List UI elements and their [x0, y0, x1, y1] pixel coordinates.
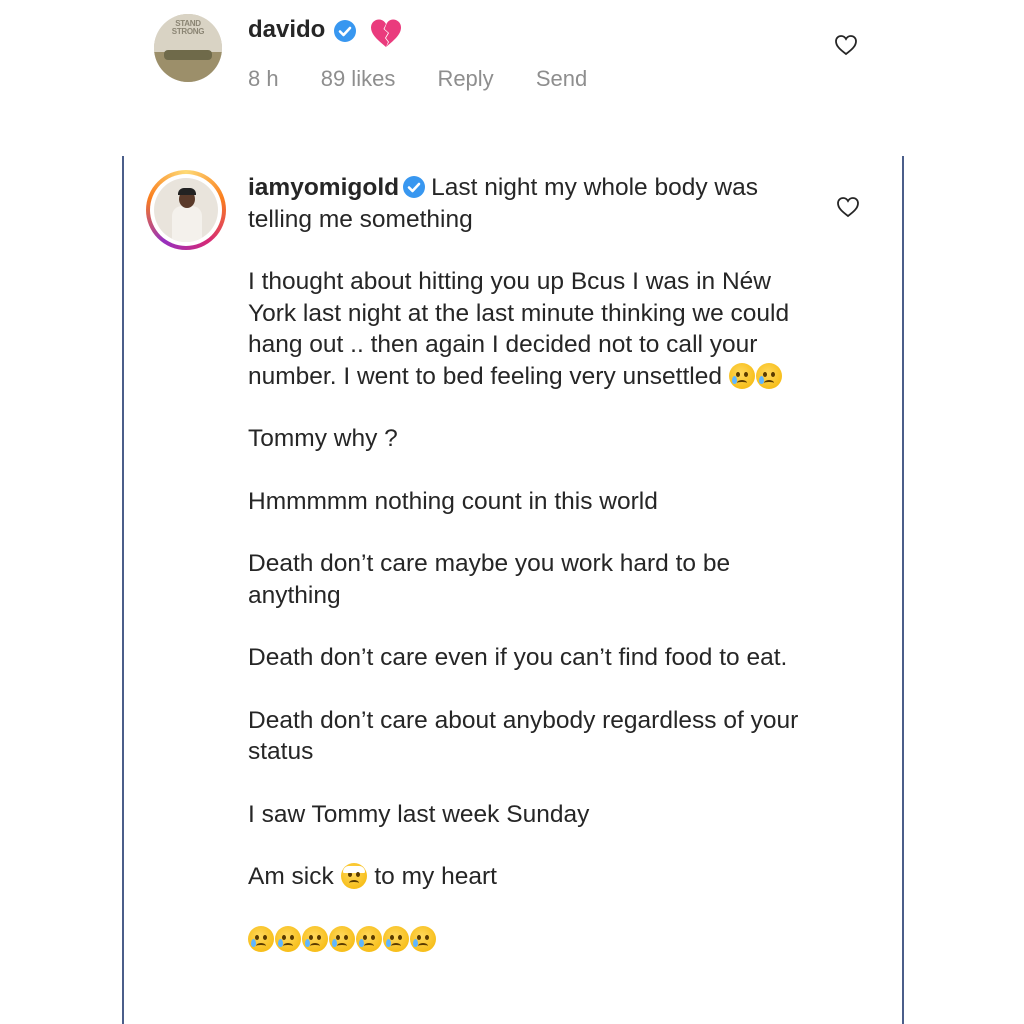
comment-time: 8 h [248, 66, 279, 91]
verified-badge-icon [403, 175, 426, 198]
comment-thread: STAND STRONG davido 8 h 89 likes Reply S… [0, 0, 1024, 1024]
crying-face-icon [248, 925, 274, 952]
comment-paragraph: I saw Tommy last week Sunday [248, 800, 590, 828]
comment-paragraph: Tommy why ? [248, 425, 398, 452]
crying-face-icon [275, 925, 301, 952]
comment-paragraph: Death don’t care maybe you work hard to … [248, 550, 731, 609]
comment-first-paragraph: iamyomigold Last night my whole body was … [248, 172, 818, 235]
comment-username[interactable]: iamyomigold [248, 174, 399, 201]
comment-username[interactable]: davido [248, 16, 325, 44]
avatar-frame [150, 174, 222, 246]
heart-outline-icon[interactable] [834, 34, 858, 61]
heart-outline-icon[interactable] [836, 196, 860, 223]
comment-body: iamyomigold Last night my whole body was … [248, 172, 818, 986]
comment-paragraph: I thought about hitting you up Bcus I wa… [248, 266, 818, 392]
reply-comment: iamyomigold Last night my whole body was … [122, 156, 904, 1024]
avatar [154, 178, 218, 242]
comment-paragraph: Death don’t care about anybody regardles… [248, 706, 799, 766]
avatar-body [172, 206, 202, 242]
broken-heart-icon [369, 18, 403, 53]
crying-face-icon [383, 925, 409, 952]
comment-text: Am sick [248, 863, 334, 890]
comment-paragraph: Death don’t care even if you can’t find … [248, 644, 788, 671]
crying-face-icon [302, 925, 328, 952]
face-with-head-bandage-icon [340, 863, 367, 889]
comment-text: to my heart [374, 863, 497, 890]
comment-meta: 8 h 89 likes Reply Send [248, 66, 623, 92]
crying-face-icon [755, 362, 782, 389]
send-button[interactable]: Send [536, 66, 587, 91]
reply-button[interactable]: Reply [437, 66, 493, 91]
crying-face-icon [329, 925, 355, 952]
story-ring[interactable] [146, 170, 226, 250]
comment-text: I thought about hitting you up Bcus I wa… [248, 268, 790, 390]
like-count[interactable]: 89 likes [321, 66, 396, 91]
emoji-row [248, 924, 818, 956]
avatar-brand-text: STAND STRONG [171, 19, 205, 36]
comment-paragraph: Hmmmmm nothing count in this world [248, 487, 658, 515]
crying-face-icon [410, 925, 436, 952]
crying-face-icon [356, 925, 382, 952]
comment-paragraph: Am sick to my heart [248, 861, 818, 893]
avatar[interactable]: STAND STRONG [154, 14, 222, 82]
verified-badge-icon [334, 20, 356, 42]
top-comment: STAND STRONG davido 8 h 89 likes Reply S… [154, 10, 874, 100]
crying-face-icon [728, 362, 755, 389]
avatar-trees [164, 50, 212, 60]
avatar-cap [178, 188, 196, 195]
